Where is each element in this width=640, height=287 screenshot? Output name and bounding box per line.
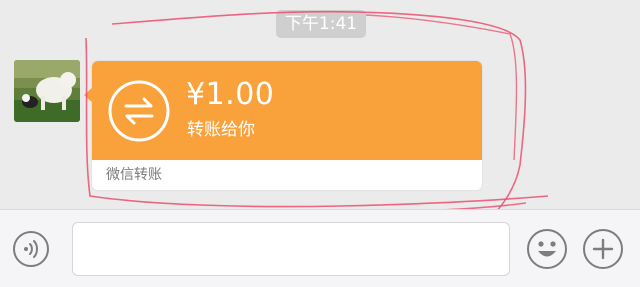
transfer-card-header: ¥1.00 转账给你 [92,61,482,160]
transfer-service-label: 微信转账 [106,167,162,183]
message-timestamp: 下午1:41 [276,10,366,38]
message-input[interactable] [72,222,510,276]
more-options-button[interactable] [583,229,623,269]
emoji-icon [538,241,556,257]
plus-icon [592,238,614,260]
transfer-description: 转账给你 [187,120,255,140]
avatar-photo [14,60,80,122]
emoji-button[interactable] [527,229,567,269]
transfer-card-footer: 微信转账 [92,160,482,190]
transfer-amount: ¥1.00 [186,77,275,112]
transfer-message-bubble[interactable]: ¥1.00 转账给你 微信转账 [84,61,482,190]
voice-button[interactable] [13,231,49,267]
sender-avatar[interactable] [14,60,80,122]
transfer-arrows-icon [108,80,170,142]
voice-icon [24,240,38,258]
chat-input-bar [0,209,640,287]
